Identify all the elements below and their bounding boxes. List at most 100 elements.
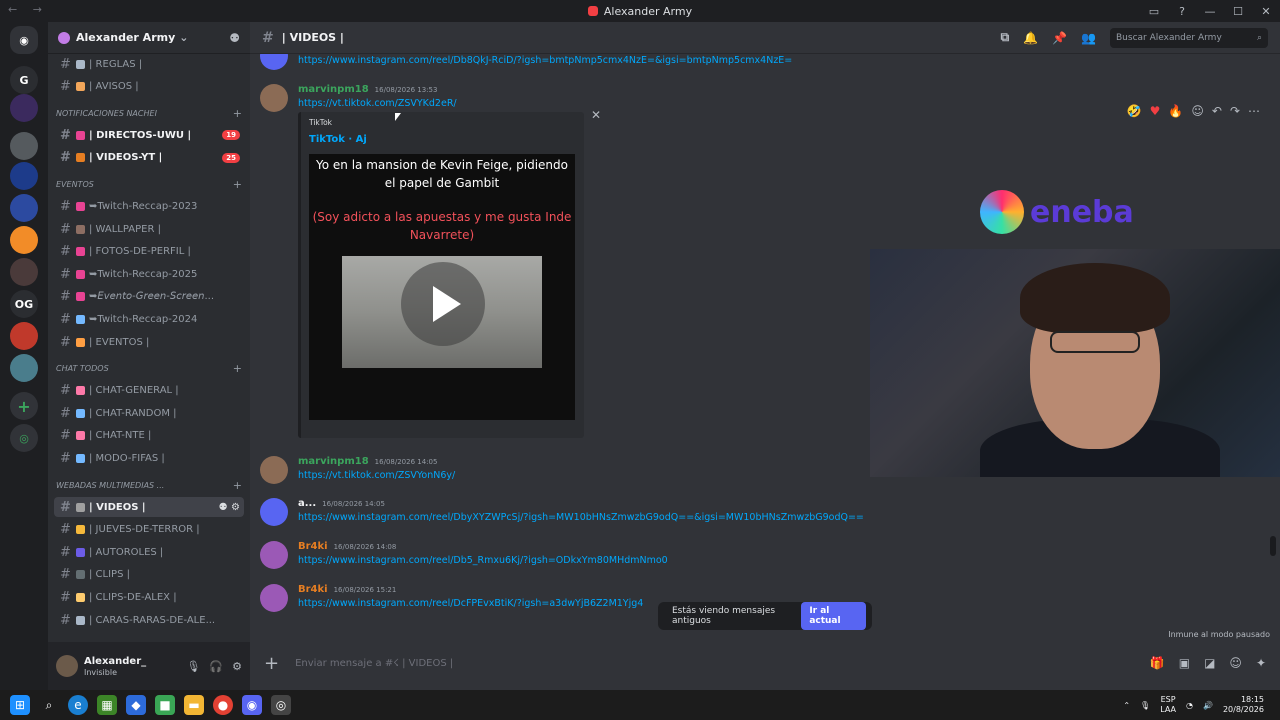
add-reaction-icon[interactable]: ☺ [1191, 104, 1204, 118]
emoji-icon[interactable]: ☺ [1229, 656, 1242, 670]
invite-icon[interactable]: ⚉ [229, 31, 240, 45]
message-link[interactable]: https://vt.tiktok.com/ZSVYonN6y/ [298, 470, 455, 481]
members-icon[interactable]: 👥 [1081, 31, 1096, 45]
message-author[interactable]: Br4ki [298, 541, 328, 552]
gift-icon[interactable]: 🎁 [1150, 656, 1165, 670]
message-link[interactable]: https://www.instagram.com/reel/Db8QkJ-Rc… [298, 55, 792, 66]
sidebar-channel[interactable]: # | WALLPAPER | [54, 219, 244, 239]
settings-gear-icon[interactable]: ⚙ [232, 660, 242, 673]
server-icon[interactable] [10, 194, 38, 222]
app-icon[interactable]: ■ [155, 695, 175, 715]
language-indicator[interactable]: ESP LAA [1160, 695, 1176, 715]
reply-icon[interactable]: ↶ [1212, 104, 1222, 118]
tray-chevron-icon[interactable]: ⌃ [1123, 701, 1130, 710]
more-options-icon[interactable]: ⋯ [1248, 104, 1260, 118]
sidebar-channel[interactable]: # ➥𝘌𝘷𝘦𝘯𝘵𝘰-𝘎𝘳𝘦𝘦𝘯-𝘚𝘤𝘳𝘦𝘦𝘯... [54, 287, 244, 307]
minimize-button[interactable]: — [1196, 5, 1224, 18]
avatar[interactable] [56, 655, 78, 677]
app-icon[interactable]: ◆ [126, 695, 146, 715]
message-author[interactable]: Br4ki [298, 584, 328, 595]
headphones-icon[interactable]: 🎧 [209, 660, 223, 673]
message-author[interactable]: marvinpm18 [298, 456, 369, 467]
app-icon[interactable]: ◎ [271, 695, 291, 715]
reaction-emoji-icon[interactable]: 🤣 [1127, 104, 1142, 118]
message-link[interactable]: https://www.instagram.com/reel/DcFPEvxBt… [298, 598, 643, 609]
sidebar-channel[interactable]: # ➥Twitch-Reccap-2024 [54, 309, 244, 329]
clock[interactable]: 18:15 20/8/2026 [1223, 695, 1264, 715]
sidebar-channel[interactable]: # | VIDEOS | ⚉ ⚙ [54, 497, 244, 517]
create-channel-icon[interactable]: + [233, 107, 242, 120]
server-header[interactable]: Alexander Army ⌄ ⚉ [48, 22, 250, 54]
channel-category[interactable]: EVENTOS + [56, 176, 242, 192]
jump-to-present-button[interactable]: Ir al actual [801, 602, 866, 630]
sidebar-channel[interactable]: # | FOTOS-DE-PERFIL | [54, 242, 244, 262]
channel-category[interactable]: WEBADAS MULTIMEDIAS ... + [56, 477, 242, 493]
pin-icon[interactable]: 📌 [1052, 31, 1067, 45]
create-channel-icon[interactable]: + [233, 362, 242, 375]
windows-start-icon[interactable]: ⊞ [10, 695, 30, 715]
wifi-icon[interactable]: ◔ [1186, 701, 1193, 710]
channel-settings-icon[interactable]: ⚉ ⚙ [219, 502, 240, 513]
channel-category[interactable]: NOTIFICACIONES NACHEI + [56, 105, 242, 121]
create-channel-icon[interactable]: + [233, 178, 242, 191]
chrome-icon[interactable]: ● [213, 695, 233, 715]
sidebar-channel[interactable]: # | JUEVES-DE-TERROR | [54, 520, 244, 540]
sidebar-channel[interactable]: # | CLIPS | [54, 565, 244, 585]
embed-title[interactable]: TikTok · Aj [309, 134, 367, 145]
tray-mic-icon[interactable]: 🎙 [1140, 701, 1150, 710]
create-channel-icon[interactable]: + [233, 479, 242, 492]
sidebar-channel[interactable]: # | VIDEOS-YT | 25 [54, 148, 244, 168]
microphone-icon[interactable]: 🎙 [186, 660, 200, 673]
sticker-icon[interactable]: ◪ [1204, 656, 1215, 670]
inbox-icon[interactable]: ▭ [1140, 5, 1168, 18]
nav-arrows[interactable]: ← → [8, 3, 48, 16]
play-icon[interactable] [401, 262, 485, 346]
server-icon[interactable] [10, 226, 38, 254]
bell-icon[interactable]: 🔔 [1023, 31, 1038, 45]
sidebar-channel[interactable]: # | CLIPS-DE-ALEX | [54, 587, 244, 607]
avatar[interactable] [260, 456, 288, 484]
apps-icon[interactable]: ✦ [1256, 656, 1266, 670]
channel-category[interactable]: CHAT TODOS + [56, 361, 242, 377]
sidebar-channel[interactable]: # | DIRECTOS-UWU | 19 [54, 125, 244, 145]
sidebar-channel[interactable]: # | MODO-FIFAS | [54, 448, 244, 468]
sidebar-channel[interactable]: # | REGLAS | [54, 54, 244, 74]
sidebar-channel[interactable]: # | EVENTOS | [54, 332, 244, 352]
file-explorer-icon[interactable]: ▬ [184, 695, 204, 715]
message-author[interactable]: a... [298, 498, 316, 509]
sidebar-channel[interactable]: # | CHAT-RANDOM | [54, 403, 244, 423]
search-icon[interactable]: ⌕ [39, 695, 59, 715]
discord-home-icon[interactable]: ◉ [10, 26, 38, 54]
sidebar-channel[interactable]: # | CARAS-RARAS-DE-ALE... [54, 610, 244, 630]
avatar[interactable] [260, 84, 288, 112]
search-input[interactable]: Buscar Alexander Army ⌕ [1110, 27, 1268, 48]
sidebar-channel[interactable]: # | CHAT-NTE | [54, 426, 244, 446]
server-icon[interactable] [10, 162, 38, 190]
sidebar-channel[interactable]: # ➥Twitch-Reccap-2023 [54, 196, 244, 216]
volume-icon[interactable]: 🔊 [1203, 701, 1213, 710]
message-input[interactable]: Enviar mensaje a #☇ | VIDEOS | [295, 658, 453, 669]
avatar[interactable] [260, 541, 288, 569]
avatar[interactable] [260, 498, 288, 526]
avatar[interactable] [260, 584, 288, 612]
server-icon[interactable]: G [10, 66, 38, 94]
reaction-fire-icon[interactable]: 🔥 [1168, 104, 1183, 118]
sidebar-channel[interactable]: # ➥Twitch-Reccap-2025 [54, 264, 244, 284]
discord-icon[interactable]: ◉ [242, 695, 262, 715]
reaction-heart-icon[interactable]: ♥ [1150, 104, 1161, 118]
gif-icon[interactable]: ▣ [1179, 656, 1190, 670]
message-link[interactable]: https://www.instagram.com/reel/DbyXYZWPc… [298, 512, 864, 523]
add-server-icon[interactable]: + [10, 392, 38, 420]
server-icon[interactable] [10, 322, 38, 350]
video-player[interactable]: Yo en la mansion de Kevin Feige, pidiend… [309, 154, 575, 420]
discover-icon[interactable]: ◎ [10, 424, 38, 452]
sidebar-channel[interactable]: # | CHAT-GENERAL | [54, 381, 244, 401]
scrollbar[interactable] [1270, 536, 1276, 556]
edge-icon[interactable]: e [68, 695, 88, 715]
server-icon[interactable] [10, 132, 38, 160]
minecraft-icon[interactable]: ▦ [97, 695, 117, 715]
message-link[interactable]: https://vt.tiktok.com/ZSVYKd2eR/ [298, 98, 457, 109]
attach-icon[interactable]: + [264, 653, 279, 674]
message-link[interactable]: https://www.instagram.com/reel/Db5_Rmxu6… [298, 555, 668, 566]
avatar[interactable] [260, 54, 288, 70]
